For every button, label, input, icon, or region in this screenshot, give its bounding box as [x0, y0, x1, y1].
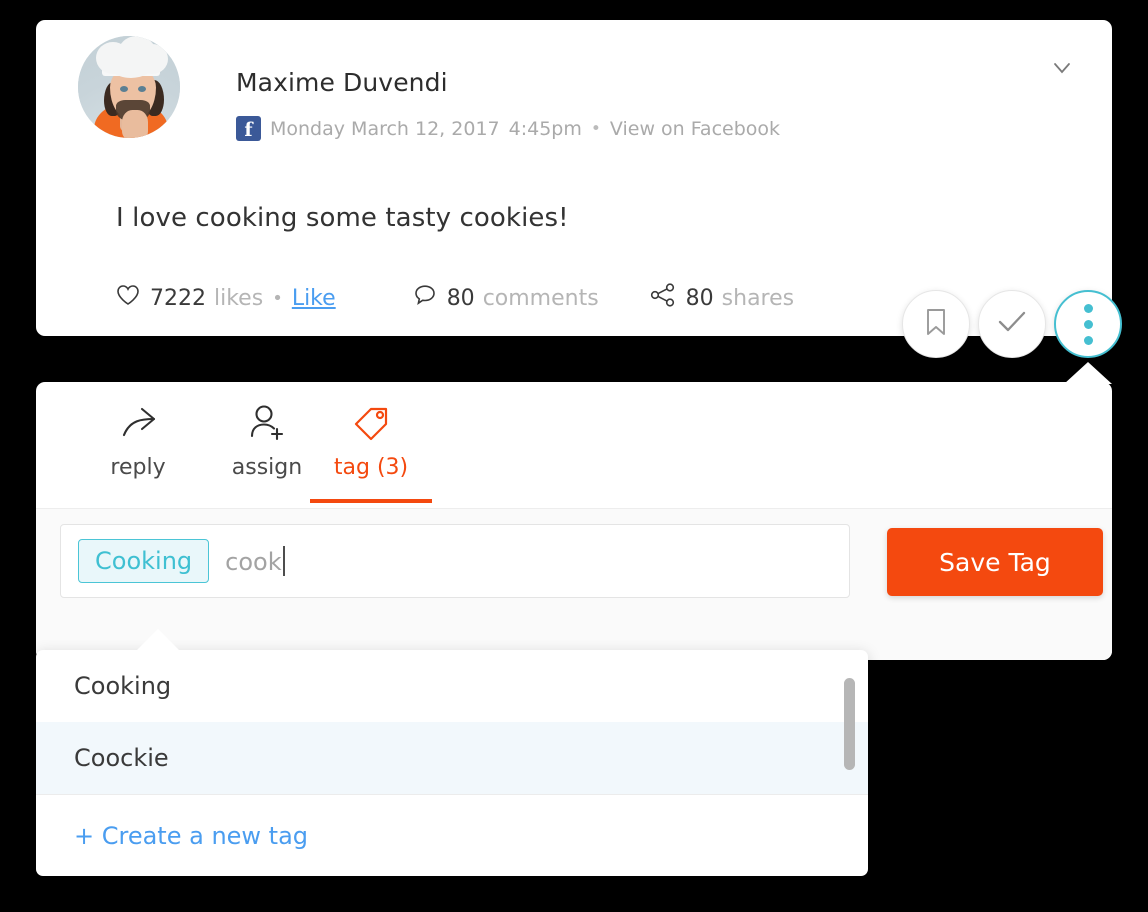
view-on-network-link[interactable]: View on Facebook [610, 118, 780, 140]
shares-label: shares [721, 285, 795, 311]
post-card: Maxime Duvendi Monday March 12, 2017 4:4… [36, 20, 1112, 336]
tag-icon [310, 400, 432, 446]
post-text: I love cooking some tasty cookies! [116, 203, 569, 233]
likes-count: 7222 [150, 285, 206, 311]
dropdown-option-cooking[interactable]: Cooking [36, 650, 868, 722]
likes-label: likes [214, 285, 264, 311]
tab-reply-label: reply [110, 455, 166, 480]
tag-chip-cooking[interactable]: Cooking [78, 539, 210, 583]
panel-body: Cooking cook Save Tag [36, 509, 1112, 660]
tag-typed-text: cook [225, 546, 285, 576]
avatar-eye-right [138, 86, 146, 92]
tag-input[interactable]: Cooking cook [60, 524, 850, 598]
avatar-hand [122, 110, 148, 138]
bookmark-icon [922, 306, 950, 342]
shares-stat: 80 shares [650, 283, 794, 313]
heart-icon [116, 284, 140, 312]
avatar [78, 36, 180, 138]
post-date: Monday March 12, 2017 [270, 117, 500, 140]
check-icon [995, 307, 1029, 341]
tag-typed-value: cook [225, 548, 282, 576]
save-tag-button[interactable]: Save Tag [887, 528, 1103, 596]
tab-tag-label: tag (3) [333, 455, 409, 480]
post-time: 4:45pm [508, 117, 582, 140]
tag-suggestions-dropdown: Cooking Coockie + Create a new tag [36, 650, 868, 876]
meta-separator: • [590, 118, 601, 139]
tab-tag[interactable]: tag (3) [310, 400, 432, 480]
tab-row: reply assign tag (3) [36, 382, 1112, 509]
post-meta: Monday March 12, 2017 4:45pm • View on F… [236, 116, 780, 143]
shares-count: 80 [685, 285, 714, 311]
active-tab-underline [310, 499, 432, 503]
comments-count: 80 [446, 285, 475, 311]
facebook-icon [236, 116, 261, 143]
likes-stat: 7222 likes • Like [116, 284, 336, 312]
author-name[interactable]: Maxime Duvendi [236, 68, 448, 97]
panel-caret [1064, 362, 1112, 384]
share-nodes-icon [650, 283, 676, 313]
reply-arrow-icon [77, 400, 199, 446]
create-new-tag-option[interactable]: + Create a new tag [36, 794, 868, 876]
action-panel: reply assign tag (3) Cooking cook Save T… [36, 382, 1112, 660]
comments-stat: 80 comments [413, 283, 599, 313]
like-action-link[interactable]: Like [292, 286, 336, 311]
likes-separator: • [272, 287, 283, 309]
avatar-eye-left [120, 86, 128, 92]
more-button[interactable] [1054, 290, 1122, 358]
bookmark-button[interactable] [902, 290, 970, 358]
approve-button[interactable] [978, 290, 1046, 358]
tab-reply[interactable]: reply [77, 400, 199, 480]
dropdown-caret [136, 629, 180, 651]
dropdown-scrollbar-thumb[interactable] [844, 678, 855, 770]
engagement-bar: 7222 likes • Like 80 comments 80 shares [116, 283, 794, 313]
comments-label: comments [482, 285, 599, 311]
avatar-hat-puff [108, 50, 154, 78]
dropdown-option-coockie[interactable]: Coockie [36, 722, 868, 794]
text-cursor [282, 546, 285, 576]
comment-bubble-icon [413, 283, 437, 313]
chevron-down-icon[interactable] [1042, 48, 1082, 88]
more-vertical-icon [1083, 300, 1093, 348]
